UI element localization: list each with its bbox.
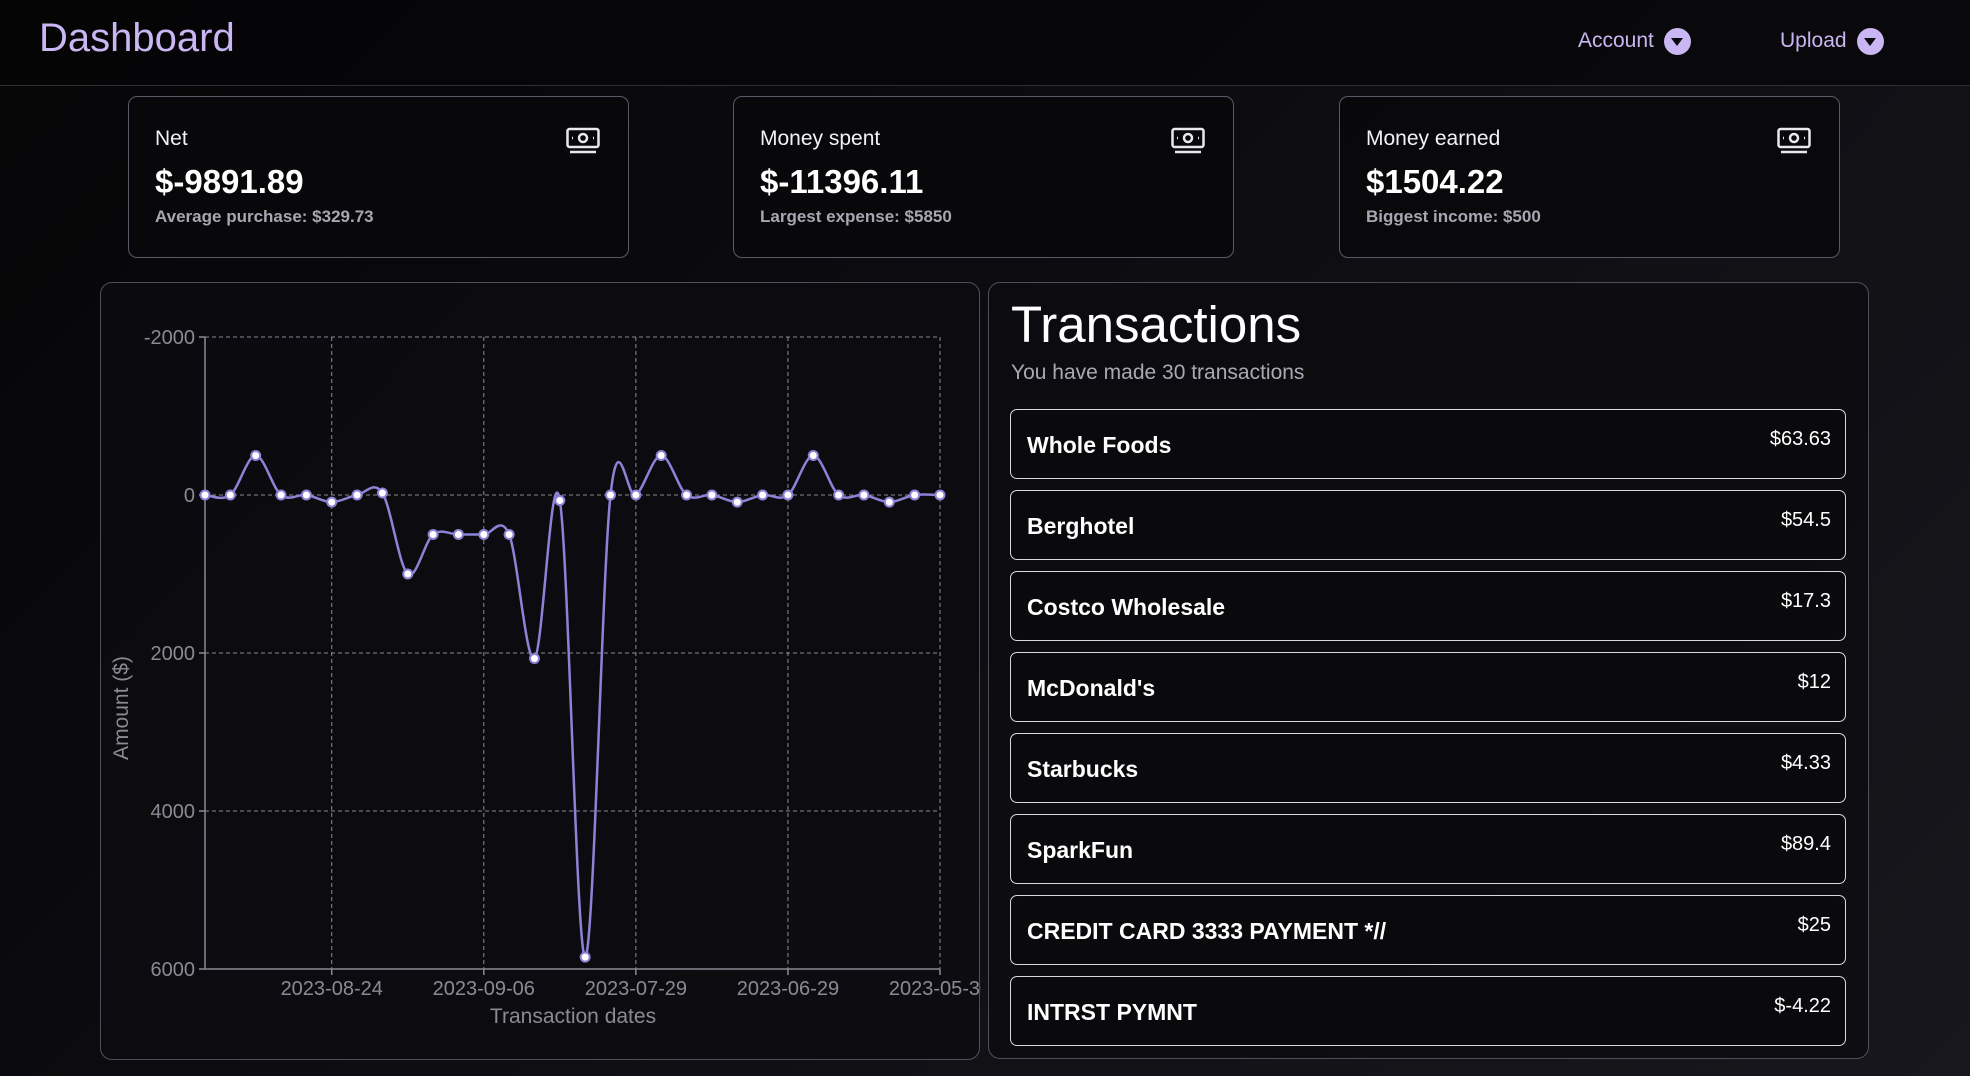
- transaction-item[interactable]: INTRST PYMNT $-4.22: [1010, 976, 1846, 1046]
- y-tick-label: 6000: [151, 959, 196, 981]
- upload-menu-button[interactable]: Upload: [1780, 26, 1884, 56]
- data-point[interactable]: [224, 489, 236, 501]
- data-point[interactable]: [326, 496, 338, 508]
- data-point[interactable]: [807, 450, 819, 461]
- data-point[interactable]: [605, 489, 617, 501]
- stat-value: $1504.22: [1366, 163, 1504, 200]
- transactions-title: Transactions: [1011, 296, 1302, 353]
- y-axis-title: Amount ($): [110, 656, 133, 760]
- y-tick-label: -2000: [144, 327, 195, 349]
- data-point[interactable]: [528, 653, 540, 665]
- x-tick-label: 2023-06-29: [737, 978, 839, 1000]
- money-icon: [1171, 127, 1205, 154]
- transaction-amount: $25: [1797, 914, 1831, 936]
- stat-subtext: Average purchase: $329.73: [155, 207, 374, 226]
- transaction-item[interactable]: Whole Foods $63.63: [1010, 409, 1846, 479]
- transaction-name: SparkFun: [1027, 837, 1134, 863]
- data-point[interactable]: [782, 489, 794, 501]
- transaction-name: Berghotel: [1027, 513, 1135, 539]
- stat-label: Money earned: [1366, 127, 1501, 150]
- transaction-amount: $4.33: [1780, 752, 1831, 774]
- data-point[interactable]: [833, 489, 845, 501]
- stat-subtext: Biggest income: $500: [1366, 207, 1541, 226]
- transaction-name: McDonald's: [1027, 675, 1156, 701]
- data-point[interactable]: [554, 495, 566, 507]
- x-tick-label: 2023-08-24: [281, 978, 383, 1000]
- account-menu-button[interactable]: Account: [1578, 26, 1691, 56]
- x-tick-label: 2023-05-30: [889, 978, 981, 1000]
- net-stat-card: Net $-9891.89 Average purchase: $329.73: [128, 96, 629, 258]
- data-point[interactable]: [630, 489, 642, 501]
- transaction-amount: $63.63: [1769, 428, 1831, 450]
- stat-label: Money spent: [760, 127, 881, 150]
- y-tick-label: 2000: [151, 643, 196, 665]
- y-tick-label: 0: [184, 485, 195, 507]
- data-point[interactable]: [655, 450, 667, 461]
- stat-value: $-11396.11: [760, 163, 924, 200]
- data-point[interactable]: [706, 489, 718, 501]
- stat-value: $-9891.89: [155, 163, 304, 200]
- transaction-item[interactable]: Berghotel $54.5: [1010, 490, 1846, 560]
- data-point[interactable]: [934, 489, 946, 501]
- money-icon: [566, 127, 600, 154]
- x-tick-label: 2023-09-06: [433, 978, 535, 1000]
- data-point[interactable]: [275, 489, 287, 501]
- data-point[interactable]: [909, 489, 921, 501]
- data-point[interactable]: [757, 489, 769, 501]
- dashboard-title: Dashboard: [39, 16, 235, 60]
- amount-series-line: [204, 454, 941, 959]
- data-point[interactable]: [300, 489, 312, 501]
- transaction-item[interactable]: Starbucks $4.33: [1010, 733, 1846, 803]
- transaction-list: Whole Foods $63.63 Berghotel $54.5 Costc…: [1010, 409, 1846, 1057]
- transaction-item[interactable]: SparkFun $89.4: [1010, 814, 1846, 884]
- data-point[interactable]: [402, 568, 414, 580]
- y-tick-label: 4000: [151, 801, 196, 823]
- transactions-panel: Transactions You have made 30 transactio…: [988, 282, 1869, 1059]
- data-point[interactable]: [452, 529, 464, 540]
- data-point[interactable]: [731, 496, 743, 508]
- data-point[interactable]: [199, 489, 211, 501]
- data-point[interactable]: [427, 529, 439, 540]
- transaction-item[interactable]: CREDIT CARD 3333 PAYMENT *// $25: [1010, 895, 1846, 965]
- data-point[interactable]: [250, 450, 262, 461]
- transaction-name: CREDIT CARD 3333 PAYMENT *//: [1027, 918, 1387, 944]
- data-point[interactable]: [478, 529, 490, 540]
- data-point[interactable]: [579, 951, 591, 963]
- transaction-item[interactable]: Costco Wholesale $17.3: [1010, 571, 1846, 641]
- data-point[interactable]: [376, 487, 388, 499]
- data-point[interactable]: [883, 496, 895, 508]
- upload-label: Upload: [1780, 29, 1847, 52]
- transaction-amount: $17.3: [1780, 590, 1831, 612]
- x-tick-label: 2023-07-29: [585, 978, 687, 1000]
- transaction-name: Costco Wholesale: [1027, 594, 1226, 620]
- transaction-amount: $12: [1797, 671, 1831, 693]
- transaction-name: INTRST PYMNT: [1027, 999, 1197, 1025]
- data-point[interactable]: [858, 489, 870, 501]
- money-spent-stat-card: Money spent $-11396.11 Largest expense: …: [733, 96, 1234, 258]
- transaction-amount: $-4.22: [1774, 995, 1831, 1017]
- x-axis-title: Transaction dates: [490, 1005, 656, 1028]
- top-navigation-bar: Dashboard Account Upload: [0, 0, 1970, 86]
- chevron-down-icon: [1856, 27, 1884, 55]
- money-icon: [1777, 127, 1811, 154]
- money-earned-stat-card: Money earned $1504.22 Biggest income: $5…: [1339, 96, 1840, 258]
- transaction-name: Starbucks: [1027, 756, 1139, 782]
- account-label: Account: [1578, 29, 1654, 52]
- data-point[interactable]: [681, 489, 693, 501]
- stat-subtext: Largest expense: $5850: [760, 207, 952, 226]
- chevron-down-icon: [1663, 27, 1691, 55]
- transaction-name: Whole Foods: [1027, 432, 1172, 458]
- data-point[interactable]: [351, 489, 363, 501]
- transactions-chart-panel: -2000 0 2000 4000 6000 2023-08-24 2023-09-06 20…: [100, 282, 981, 1060]
- data-point[interactable]: [503, 529, 515, 540]
- transaction-amount: $54.5: [1780, 509, 1831, 531]
- transaction-amount: $89.4: [1780, 833, 1831, 855]
- amount-line-chart: -2000 0 2000 4000 6000 2023-08-24 2023-09-06 20…: [110, 327, 981, 1028]
- transaction-item[interactable]: McDonald's $12: [1010, 652, 1846, 722]
- stat-label: Net: [155, 127, 188, 150]
- transactions-count: You have made 30 transactions: [1011, 361, 1305, 384]
